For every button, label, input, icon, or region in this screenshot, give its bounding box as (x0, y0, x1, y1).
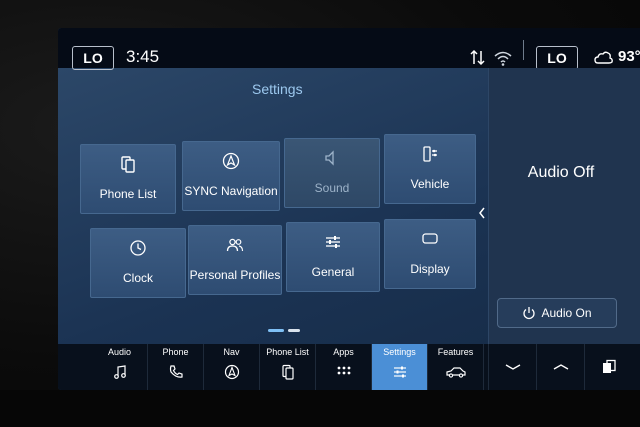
tile-clock[interactable]: Clock (90, 228, 186, 298)
car-icon (445, 367, 466, 378)
phone-icon (169, 365, 183, 378)
status-bar: LO 3:45 LO 93° (58, 28, 640, 70)
vehicle-icon (423, 146, 437, 162)
tile-label: Personal Profiles (189, 268, 281, 282)
nav-settings[interactable]: Settings (372, 344, 428, 390)
nav-label: Apps (333, 347, 354, 357)
page-indicator-active (268, 329, 284, 332)
phone-list-icon (281, 364, 294, 380)
nav-label: Audio (107, 347, 132, 357)
power-icon (523, 307, 536, 320)
page-title: Settings (252, 81, 303, 97)
tile-display[interactable]: Display (384, 219, 476, 289)
weather-icon (594, 51, 613, 64)
music-note-icon (113, 365, 126, 379)
nav-features[interactable]: Features (428, 344, 484, 390)
nav-label: Settings (383, 347, 416, 357)
nav-nav[interactable]: Nav (204, 344, 260, 390)
scroll-down-button[interactable] (488, 344, 536, 390)
phone-list-icon (121, 156, 135, 173)
audio-on-label: Audio On (541, 306, 592, 320)
tile-vehicle[interactable]: Vehicle (384, 134, 476, 204)
sliders-icon (393, 366, 406, 378)
lower-bezel (0, 390, 640, 427)
nav-label: Phone (162, 347, 189, 357)
tile-label: Sound (314, 181, 350, 195)
sliders-icon (326, 236, 340, 248)
nav-audio[interactable]: Audio (92, 344, 148, 390)
driver-temp-button[interactable]: LO (72, 46, 114, 70)
mic-off-icon (470, 49, 485, 66)
nav-phone-list[interactable]: Phone List (260, 344, 316, 390)
copy-pages-icon (602, 359, 616, 373)
tile-sync-navigation[interactable]: SYNC Navigation (182, 141, 280, 211)
chevron-left-icon[interactable] (478, 206, 486, 220)
tile-label: Phone List (99, 187, 157, 201)
speaker-icon (325, 150, 334, 166)
audio-panel: Audio Off Audio On (488, 68, 640, 344)
audio-on-button[interactable]: Audio On (497, 298, 617, 328)
chevron-down-icon (505, 364, 520, 370)
chevron-up-icon (553, 364, 568, 370)
audio-status: Audio Off (527, 164, 595, 181)
wifi-icon (494, 51, 512, 66)
nav-apps[interactable]: Apps (316, 344, 372, 390)
navigation-icon (222, 152, 240, 170)
tile-label: Vehicle (410, 177, 450, 191)
tile-phone-list[interactable]: Phone List (80, 144, 176, 214)
nav-label: Features (437, 347, 474, 357)
display-icon (422, 233, 438, 244)
apps-grid-icon (337, 366, 350, 375)
tile-label: SYNC Navigation (184, 184, 278, 198)
nav-label: Nav (223, 347, 240, 357)
screen-switch-button[interactable] (584, 344, 632, 390)
tile-personal-profiles[interactable]: Personal Profiles (188, 225, 282, 295)
nav-label: Phone List (266, 347, 309, 357)
tile-label: Display (410, 262, 450, 276)
tile-general[interactable]: General (286, 222, 380, 292)
passenger-temp-button[interactable]: LO (536, 46, 578, 70)
scroll-up-button[interactable] (536, 344, 584, 390)
tile-label: Clock (122, 271, 153, 285)
infotainment-screen: LO 3:45 LO 93° Settings Phone List SYNC … (58, 28, 640, 390)
clock-display: 3:45 (126, 47, 160, 66)
outside-temperature: 93° (618, 48, 640, 65)
clock-icon (130, 240, 146, 256)
navigation-icon (224, 364, 239, 380)
tile-sound[interactable]: Sound (284, 138, 380, 208)
tile-label: General (311, 265, 355, 279)
nav-phone[interactable]: Phone (148, 344, 204, 390)
profiles-icon (226, 238, 244, 252)
page-indicator (288, 329, 300, 332)
status-separator (523, 40, 524, 60)
bottom-nav: Audio Phone Nav Phone List Apps Settings… (58, 344, 640, 390)
